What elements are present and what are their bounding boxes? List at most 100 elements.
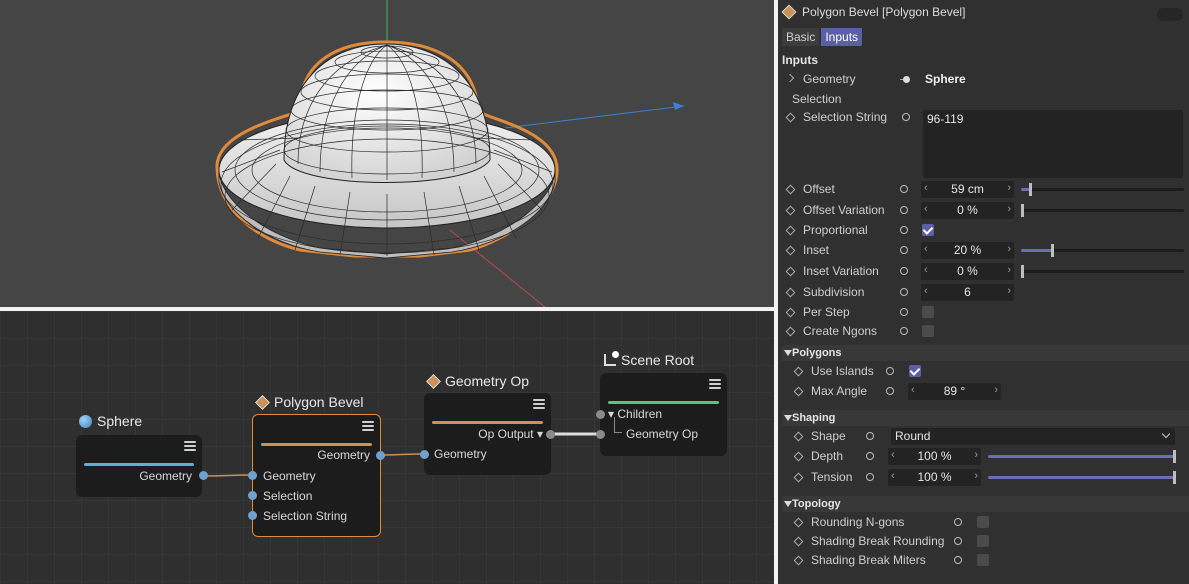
keyframe-diamond-icon[interactable] [785,307,796,318]
geometry-op-node-menu-icon[interactable] [533,399,545,411]
keyframe-diamond-icon[interactable] [793,517,804,528]
bevelled-sphere-mesh[interactable] [215,40,559,259]
port-circle-icon[interactable] [866,452,874,460]
children-tree-line [614,417,622,433]
max-angle-field[interactable]: ‹ 89 ° › [908,383,1001,400]
keyframe-diamond-icon[interactable] [785,326,796,337]
port-circle-icon[interactable] [900,206,908,214]
proportional-checkbox[interactable] [922,224,934,236]
geometry-op-input-geometry-port[interactable] [420,450,429,459]
port-circle-icon[interactable] [866,432,874,440]
max-angle-row: Max Angle ‹ 89 ° › [778,382,1189,402]
port-circle-icon[interactable] [900,185,908,193]
keyframe-diamond-icon[interactable] [793,536,804,547]
polygon-bevel-input-selection-port[interactable] [248,491,257,500]
tension-field[interactable]: ‹ 100 % › [888,469,981,486]
topology-section-header[interactable]: Topology [782,496,1189,512]
sphere-node-title[interactable]: Sphere [79,413,142,429]
inset-variation-field[interactable]: ‹ 0 % › [921,263,1014,280]
scene-root-node-title[interactable]: Scene Root [604,351,694,368]
subdivision-field[interactable]: ‹ 6 › [921,284,1014,301]
selection-string-input[interactable]: 96-119 [923,110,1183,178]
port-circle-icon[interactable] [954,556,962,564]
port-circle-icon[interactable] [866,473,874,481]
scene-root-node-menu-icon[interactable] [709,379,721,391]
3d-viewport[interactable] [0,0,774,307]
inset-row: Inset ‹ 20 % › [778,241,1189,261]
polygon-bevel-node-menu-icon[interactable] [362,421,374,433]
keyframe-diamond-icon[interactable] [793,431,804,442]
shape-dropdown[interactable]: Round [891,428,1175,445]
polygon-bevel-output-geometry-port[interactable] [376,451,385,460]
use-islands-checkbox[interactable] [909,365,921,377]
shaping-section-header[interactable]: Shaping [782,410,1189,426]
keyframe-diamond-icon[interactable] [793,451,804,462]
shading-break-miters-checkbox[interactable] [977,554,989,566]
polygon-bevel-input-selection-string-port[interactable] [248,511,257,520]
scene-root-children-port[interactable] [596,410,605,419]
port-circle-icon[interactable] [900,327,908,335]
port-circle-icon[interactable] [902,113,910,121]
geometry-op-output-port[interactable] [546,430,555,439]
sphere-node-menu-icon[interactable] [184,441,196,453]
scene-root-node[interactable]: ▾ Children Geometry Op [600,373,727,456]
port-circle-icon[interactable] [886,387,894,395]
depth-field[interactable]: ‹ 100 % › [888,448,981,465]
offset-variation-field[interactable]: ‹ 0 % › [921,202,1014,219]
geometry-op-node[interactable]: Op Output ▾ Geometry [424,393,551,475]
port-circle-icon[interactable] [900,226,908,234]
create-ngons-checkbox[interactable] [922,325,934,337]
shading-break-rounding-checkbox[interactable] [977,535,989,547]
port-circle-icon[interactable] [900,267,908,275]
keyframe-diamond-icon[interactable] [785,112,796,123]
link-dot-icon[interactable] [903,76,910,83]
keyframe-diamond-icon[interactable] [785,205,796,216]
polygon-bevel-node-title[interactable]: Polygon Bevel [255,394,364,410]
polygon-bevel-node[interactable]: Geometry Geometry Selection Selection St… [252,414,381,537]
offset-label: Offset [803,182,835,196]
polygon-bevel-input-geometry-port[interactable] [248,471,257,480]
offset-slider[interactable] [1021,183,1184,196]
per-step-checkbox[interactable] [922,306,934,318]
geometry-op-output-label[interactable]: Op Output ▾ [478,427,543,441]
rounding-ngons-label: Rounding N-gons [811,515,905,529]
sphere-node[interactable]: Geometry [76,435,202,497]
inset-field[interactable]: ‹ 20 % › [921,242,1014,259]
expand-chevron-icon[interactable] [785,73,795,83]
proportional-label: Proportional [803,223,868,237]
inset-variation-slider[interactable] [1021,265,1184,278]
inputs-group-title: Inputs [782,53,818,67]
offset-variation-slider[interactable] [1021,204,1184,217]
keyframe-diamond-icon[interactable] [793,555,804,566]
keyframe-diamond-icon[interactable] [793,366,804,377]
tab-inputs[interactable]: Inputs [821,28,863,46]
keyframe-diamond-icon[interactable] [785,225,796,236]
tension-slider[interactable] [988,471,1176,484]
depth-slider[interactable] [988,450,1176,463]
scene-root-geometry-op-port[interactable] [596,430,605,439]
keyframe-diamond-icon[interactable] [793,386,804,397]
rounding-ngons-checkbox[interactable] [977,516,989,528]
geometry-op-node-title[interactable]: Geometry Op [426,373,530,389]
keyframe-diamond-icon[interactable] [793,472,804,483]
panel-toggle[interactable] [1157,8,1183,21]
port-circle-icon[interactable] [900,288,908,296]
port-circle-icon[interactable] [900,246,908,254]
polygons-section-header[interactable]: Polygons [782,345,1189,361]
sphere-output-geometry-port[interactable] [199,471,208,480]
keyframe-diamond-icon[interactable] [785,266,796,277]
port-circle-icon[interactable] [954,537,962,545]
port-circle-icon[interactable] [954,518,962,526]
keyframe-diamond-icon[interactable] [785,245,796,256]
inset-slider[interactable] [1021,244,1184,257]
keyframe-diamond-icon[interactable] [785,287,796,298]
tab-basic[interactable]: Basic [782,28,820,46]
wire-sphere-to-bevel [203,474,253,477]
geometry-op-node-label: Geometry Op [445,373,530,389]
keyframe-diamond-icon[interactable] [785,184,796,195]
sphere-node-color-bar [84,463,194,466]
node-editor[interactable]: Sphere Geometry Polygon Bevel Geometry G… [0,311,774,584]
offset-field[interactable]: ‹ 59 cm › [921,181,1014,198]
port-circle-icon[interactable] [886,367,894,375]
port-circle-icon[interactable] [900,308,908,316]
